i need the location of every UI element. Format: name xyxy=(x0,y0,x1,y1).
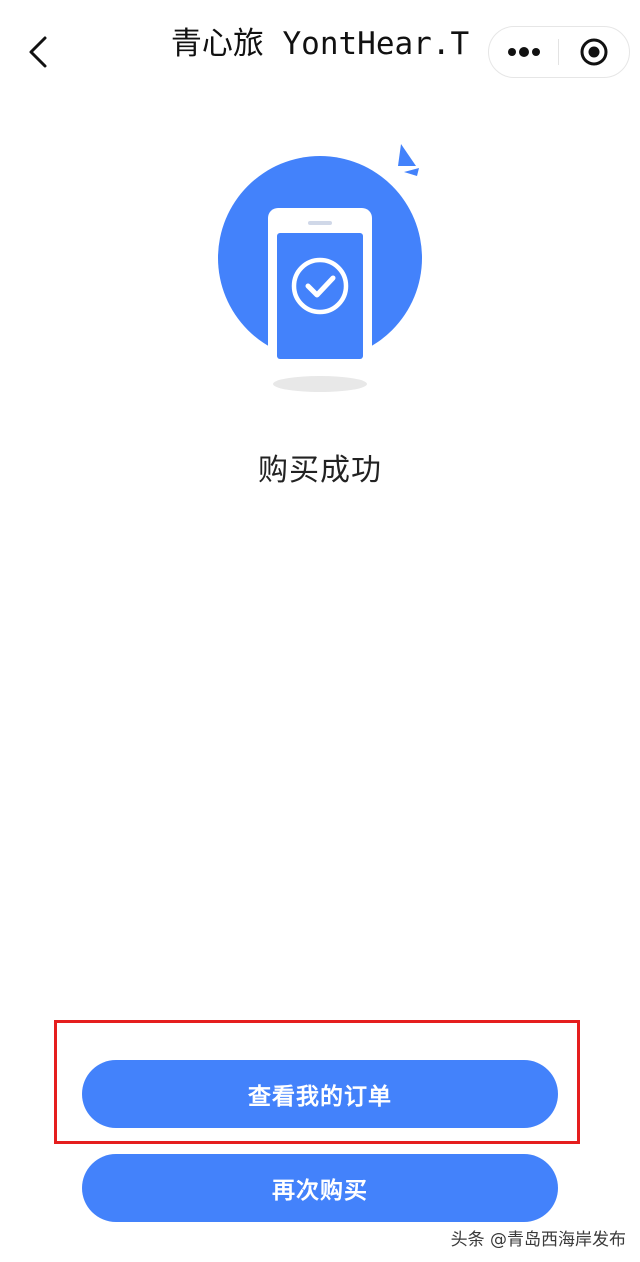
chevron-left-icon xyxy=(29,36,47,68)
back-button[interactable] xyxy=(18,30,58,74)
watermark-text: 头条 @青岛西海岸发布 xyxy=(450,1230,626,1250)
success-message: 购买成功 xyxy=(258,453,382,488)
more-button[interactable] xyxy=(489,27,558,77)
close-miniprogram-button[interactable] xyxy=(559,27,628,77)
buy-again-button[interactable]: 再次购买 xyxy=(82,1154,558,1222)
more-dots-icon xyxy=(507,47,540,57)
phone-checkmark-icon xyxy=(218,144,422,392)
target-close-icon xyxy=(580,38,607,66)
capsule-menu xyxy=(488,26,630,78)
nav-bar: 青心旅 YontHear.T xyxy=(0,0,640,100)
page-title: 青心旅 YontHear.T xyxy=(170,26,470,62)
view-orders-button[interactable]: 查看我的订单 xyxy=(82,1060,558,1128)
success-illustration xyxy=(214,138,428,398)
